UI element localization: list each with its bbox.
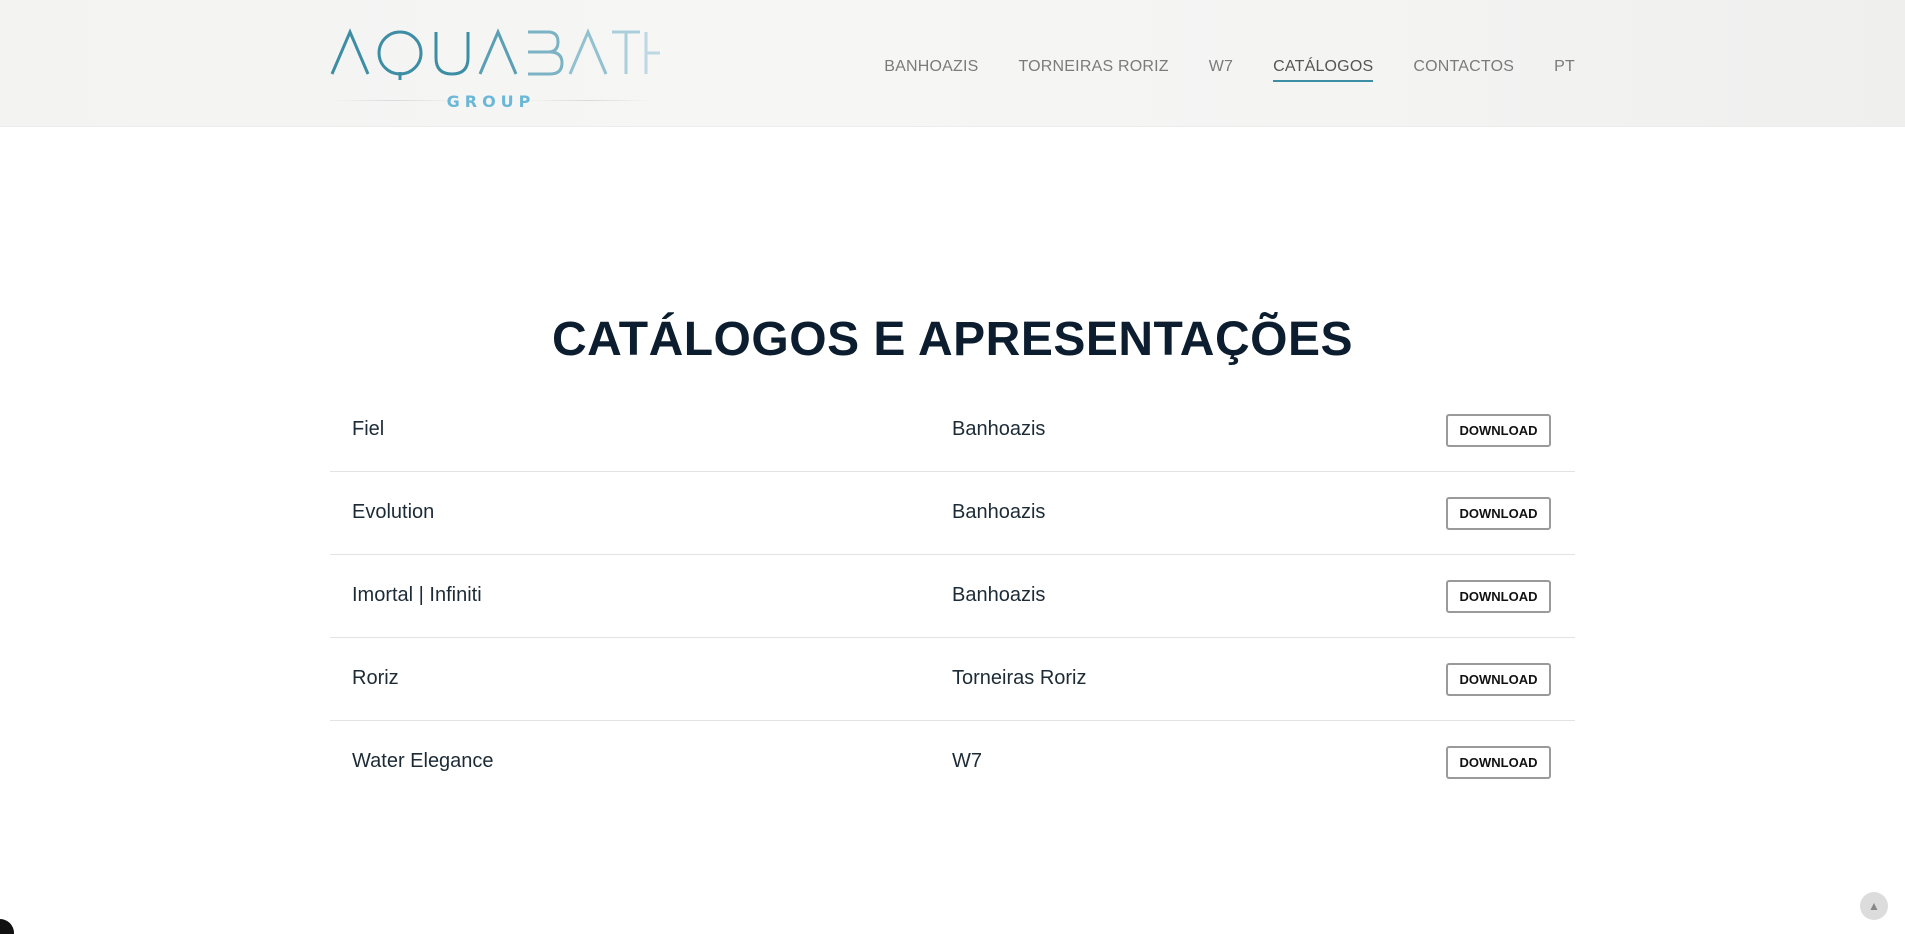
corner-decoration	[0, 919, 14, 934]
catalog-name: Imortal | Infiniti	[352, 584, 482, 606]
catalog-brand: Banhoazis	[952, 584, 1046, 606]
catalog-row: Water Elegance W7 DOWNLOAD	[330, 721, 1575, 804]
catalog-name: Water Elegance	[352, 750, 494, 772]
nav-item-w7[interactable]: W7	[1209, 58, 1233, 82]
nav-item-torneiras-roriz[interactable]: TORNEIRAS RORIZ	[1018, 58, 1168, 82]
page-title: CATÁLOGOS E APRESENTAÇÕES	[551, 313, 1353, 366]
catalog-name: Evolution	[352, 501, 435, 523]
catalog-row: Imortal | Infiniti Banhoazis DOWNLOAD	[330, 555, 1575, 638]
catalog-name: Fiel	[352, 418, 385, 440]
catalog-brand: Banhoazis	[952, 418, 1046, 440]
download-button[interactable]: DOWNLOAD	[1446, 746, 1551, 779]
download-button[interactable]: DOWNLOAD	[1446, 414, 1551, 447]
catalog-brand: W7	[952, 750, 982, 772]
catalog-row: Evolution Banhoazis DOWNLOAD	[330, 472, 1575, 555]
language-selector[interactable]: PT	[1554, 58, 1575, 82]
download-button[interactable]: DOWNLOAD	[1446, 497, 1551, 530]
nav-item-catalogos[interactable]: CATÁLOGOS	[1273, 58, 1374, 82]
catalog-brand: Banhoazis	[952, 501, 1046, 523]
download-button[interactable]: DOWNLOAD	[1446, 580, 1551, 613]
site-header: GROUP BANHOAZIS TORNEIRAS RORIZ W7 CATÁL…	[0, 0, 1905, 127]
logo-subtitle: GROUP	[446, 92, 536, 111]
catalog-row: Roriz Torneiras Roriz DOWNLOAD	[330, 638, 1575, 721]
catalog-row: Fiel Banhoazis DOWNLOAD	[330, 389, 1575, 472]
catalog-name: Roriz	[352, 667, 399, 689]
nav-item-banhoazis[interactable]: BANHOAZIS	[884, 58, 978, 82]
chevron-up-icon: ▲	[1868, 899, 1880, 913]
catalog-brand: Torneiras Roriz	[952, 667, 1087, 689]
nav-item-contactos[interactable]: CONTACTOS	[1413, 58, 1514, 82]
download-button[interactable]: DOWNLOAD	[1446, 663, 1551, 696]
main-nav: BANHOAZIS TORNEIRAS RORIZ W7 CATÁLOGOS C…	[884, 58, 1575, 82]
catalog-list: Fiel Banhoazis DOWNLOAD Evolution Banhoa…	[330, 389, 1575, 804]
scroll-to-top-button[interactable]: ▲	[1860, 892, 1888, 920]
